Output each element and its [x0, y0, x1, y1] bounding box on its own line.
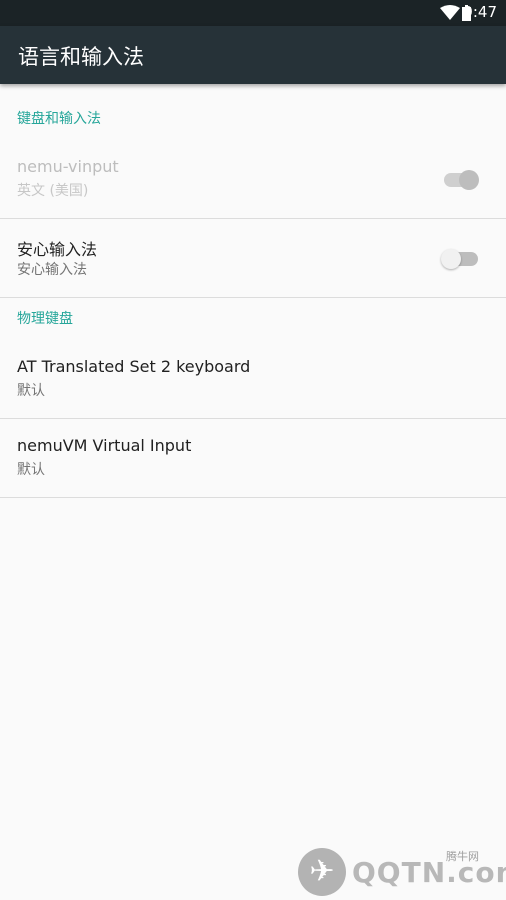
status-time: 9:47 — [463, 3, 497, 21]
pref-item-anxin-ime[interactable]: 安心输入法 安心输入法 — [0, 219, 506, 298]
pref-title: AT Translated Set 2 keyboard — [17, 357, 251, 376]
pref-title: 安心输入法 — [17, 240, 98, 259]
category-title: 物理键盘 — [17, 311, 73, 327]
status-bar: 9:47 — [0, 0, 506, 26]
watermark-logo-icon: ✈ — [298, 848, 346, 896]
pref-title: nemuVM Virtual Input — [17, 436, 192, 455]
category-keyboard-input: 键盘和输入法 — [0, 84, 506, 140]
toggle-switch-nemu-vinput[interactable] — [444, 170, 479, 190]
pref-summary: 默认 — [17, 383, 45, 399]
settings-list: 键盘和输入法 nemu-vinput 英文 (美国) 安心输入法 安心输入法 物… — [0, 84, 506, 498]
toggle-switch-anxin-ime[interactable] — [441, 249, 478, 269]
switch-thumb — [441, 249, 461, 269]
switch-thumb — [459, 170, 479, 190]
pref-summary: 默认 — [17, 462, 45, 478]
app-toolbar: 语言和输入法 — [0, 26, 506, 84]
wifi-icon — [440, 5, 460, 20]
page-title: 语言和输入法 — [18, 45, 144, 69]
category-physical-keyboard: 物理键盘 — [0, 298, 506, 340]
pref-title: nemu-vinput — [17, 157, 119, 176]
pref-item-nemuvm-input[interactable]: nemuVM Virtual Input 默认 — [0, 419, 506, 498]
pref-item-nemu-vinput[interactable]: nemu-vinput 英文 (美国) — [0, 140, 506, 219]
category-title: 键盘和输入法 — [17, 111, 101, 127]
pref-summary: 安心输入法 — [17, 262, 87, 278]
watermark: ✈ 腾牛网 QQTN.com — [296, 846, 506, 900]
watermark-brand: QQTN.com — [352, 856, 506, 889]
pref-item-at-keyboard[interactable]: AT Translated Set 2 keyboard 默认 — [0, 340, 506, 419]
pref-summary: 英文 (美国) — [17, 183, 89, 199]
